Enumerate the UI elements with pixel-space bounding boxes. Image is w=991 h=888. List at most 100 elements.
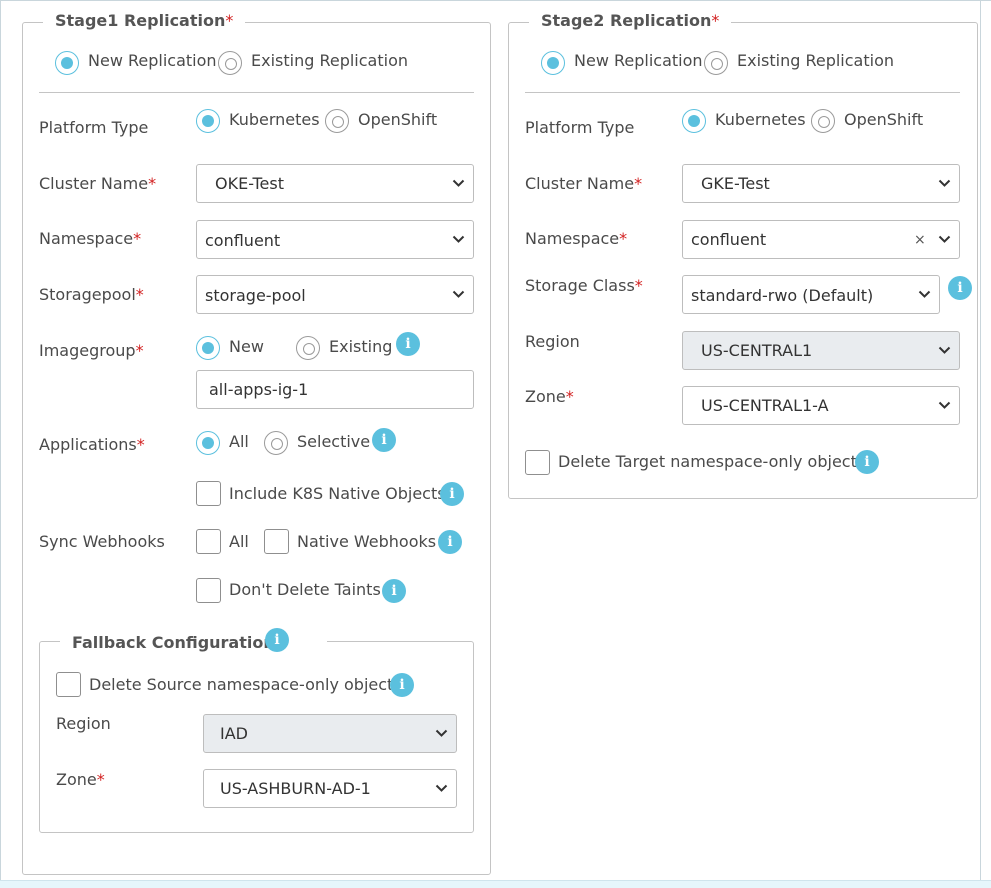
stage1-imagegroup-value: all-apps-ig-1 [209,380,309,399]
clear-icon[interactable]: × [914,230,926,250]
stage2-openshift-radio[interactable] [811,109,835,133]
chevron-down-icon [435,784,448,792]
stage1-openshift-label: OpenShift [358,110,438,129]
stage2-divider [525,92,960,93]
info-icon[interactable]: i [390,673,414,697]
stage1-cluster-select[interactable]: OKE-Test [196,164,474,203]
stage1-applications-all-label: All [229,432,249,451]
fallback-region-select[interactable]: IAD [203,714,457,753]
stage1-dont-delete-taints-label: Don't Delete Taints [229,580,381,599]
stage2-zone-value: US-CENTRAL1-A [701,396,829,415]
stage2-delete-target-checkbox[interactable] [525,450,550,475]
stage1-existing-replication-label: Existing Replication [251,51,408,70]
stage1-dont-delete-taints-checkbox[interactable] [196,578,221,603]
chevron-down-icon [938,401,951,409]
bottom-strip [0,880,991,888]
stage1-platform-label: Platform Type [39,118,149,137]
stage1-sync-webhooks-label: Sync Webhooks [39,532,165,551]
stage1-native-webhooks-label: Native Webhooks [297,532,437,551]
stage1-applications-label: Applications* [39,435,145,454]
stage1-imagegroup-new-radio[interactable] [196,336,220,360]
fallback-zone-label: Zone* [56,770,105,789]
stage2-region-label: Region [525,332,580,351]
stage1-imagegroup-new-label: New [229,337,264,356]
stage2-platform-label: Platform Type [525,118,635,137]
stage2-storage-class-value: standard-rwo (Default) [691,286,874,305]
stage1-namespace-label: Namespace* [39,229,142,248]
info-icon[interactable]: i [948,276,972,300]
stage2-namespace-label: Namespace* [525,229,628,248]
stage2-region-value: US-CENTRAL1 [701,341,813,360]
stage2-zone-label: Zone* [525,387,574,406]
stage2-cluster-label: Cluster Name* [525,174,643,193]
stage1-namespace-select[interactable]: confluent [196,220,474,259]
stage2-cluster-value: GKE-Test [701,174,770,193]
info-icon[interactable]: i [438,530,462,554]
fallback-region-label: Region [56,714,111,733]
fallback-zone-select[interactable]: US-ASHBURN-AD-1 [203,769,457,808]
stage1-cluster-value: OKE-Test [215,174,285,193]
stage1-include-native-checkbox[interactable] [196,481,221,506]
stage1-storagepool-select[interactable]: storage-pool [196,275,474,314]
stage1-divider [39,92,474,93]
stage1-new-replication-label: New Replication [88,51,217,70]
stage2-new-replication-label: New Replication [574,51,703,70]
stage1-cluster-label: Cluster Name* [39,174,157,193]
stage2-storage-class-label: Storage Class* [525,276,643,295]
chevron-down-icon [938,235,951,243]
stage2-namespace-select[interactable]: confluent × [682,220,960,259]
fallback-delete-source-label: Delete Source namespace-only objects [89,675,402,694]
stage2-storage-class-select[interactable]: standard-rwo (Default) [682,275,940,314]
info-icon[interactable]: i [382,579,406,603]
fallback-region-value: IAD [220,724,248,743]
stage1-sync-webhooks-all-label: All [229,532,249,551]
stage2-zone-select[interactable]: US-CENTRAL1-A [682,386,960,425]
stage1-imagegroup-input[interactable]: all-apps-ig-1 [196,370,474,409]
stage2-cluster-select[interactable]: GKE-Test [682,164,960,203]
stage1-applications-all-radio[interactable] [196,431,220,455]
stage2-kubernetes-radio[interactable] [682,109,706,133]
chevron-down-icon [452,235,465,243]
stage1-include-native-label: Include K8S Native Objects [229,484,446,503]
stage1-kubernetes-label: Kubernetes [229,110,320,129]
stage2-delete-target-label: Delete Target namespace-only objects [558,452,866,471]
info-icon[interactable]: i [265,628,289,652]
stage1-imagegroup-existing-label: Existing [329,337,393,356]
stage1-openshift-radio[interactable] [325,109,349,133]
frame-right-border [980,0,981,888]
chevron-down-icon [452,179,465,187]
stage2-existing-replication-radio[interactable] [704,51,728,75]
stage1-storagepool-value: storage-pool [205,286,306,305]
frame-left-border [0,0,1,888]
stage2-new-replication-radio[interactable] [541,51,565,75]
stage1-new-replication-radio[interactable] [55,51,79,75]
stage1-existing-replication-radio[interactable] [218,51,242,75]
stage2-namespace-value: confluent [691,230,767,249]
info-icon[interactable]: i [372,428,396,452]
stage2-panel [508,22,978,499]
chevron-down-icon [452,290,465,298]
stage1-imagegroup-existing-radio[interactable] [296,336,320,360]
stage2-openshift-label: OpenShift [844,110,924,129]
info-icon[interactable]: i [396,332,420,356]
stage2-region-select[interactable]: US-CENTRAL1 [682,331,960,370]
stage2-kubernetes-label: Kubernetes [715,110,806,129]
stage2-existing-replication-label: Existing Replication [737,51,894,70]
stage1-imagegroup-label: Imagegroup* [39,341,144,360]
stage1-native-webhooks-checkbox[interactable] [264,529,289,554]
fallback-zone-value: US-ASHBURN-AD-1 [220,779,371,798]
chevron-down-icon [938,346,951,354]
stage1-title: Stage1 Replication* [43,11,246,31]
chevron-down-icon [435,729,448,737]
chevron-down-icon [938,179,951,187]
chevron-down-icon [918,290,931,298]
stage1-sync-webhooks-all-checkbox[interactable] [196,529,221,554]
fallback-delete-source-checkbox[interactable] [56,672,81,697]
frame-top-border [0,0,991,1]
stage1-namespace-value: confluent [205,231,281,250]
stage1-applications-selective-radio[interactable] [264,431,288,455]
info-icon[interactable]: i [855,450,879,474]
info-icon[interactable]: i [440,482,464,506]
stage1-kubernetes-radio[interactable] [196,109,220,133]
stage2-title: Stage2 Replication* [529,11,732,31]
